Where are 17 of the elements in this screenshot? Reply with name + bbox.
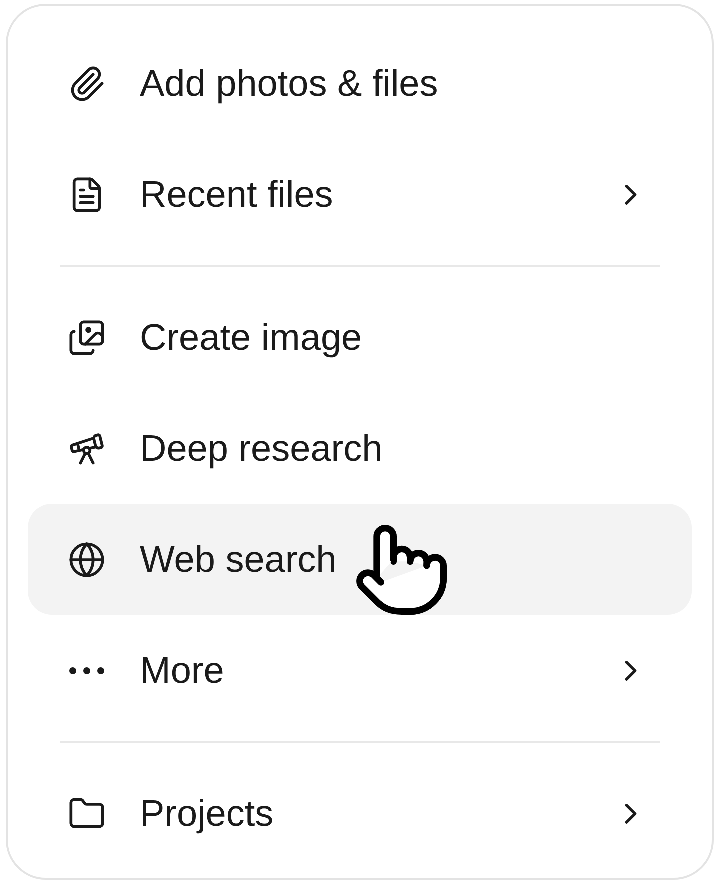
images-icon bbox=[68, 318, 106, 356]
menu-item-label: Create image bbox=[140, 316, 362, 360]
menu-item-label: Deep research bbox=[140, 426, 383, 471]
menu-item[interactable]: Add photos & files bbox=[28, 28, 692, 139]
menu-item[interactable]: Deep research bbox=[28, 393, 692, 504]
menu-item[interactable]: Recent files bbox=[28, 139, 692, 250]
ellipsis-icon bbox=[69, 666, 105, 674]
menu-item-label: Recent files bbox=[140, 172, 334, 217]
menu-item[interactable]: More bbox=[28, 615, 692, 726]
globe-icon bbox=[68, 540, 106, 578]
menu-item-label: Add photos & files bbox=[140, 62, 438, 106]
menu-item-label: Web search bbox=[140, 538, 337, 582]
menu-item[interactable]: Create image bbox=[28, 282, 692, 393]
menu-item[interactable]: Projects bbox=[28, 758, 692, 869]
menu-item[interactable]: Web search bbox=[28, 504, 692, 615]
menu-item-label: More bbox=[140, 648, 224, 693]
menu-item-label: Projects bbox=[140, 792, 274, 836]
